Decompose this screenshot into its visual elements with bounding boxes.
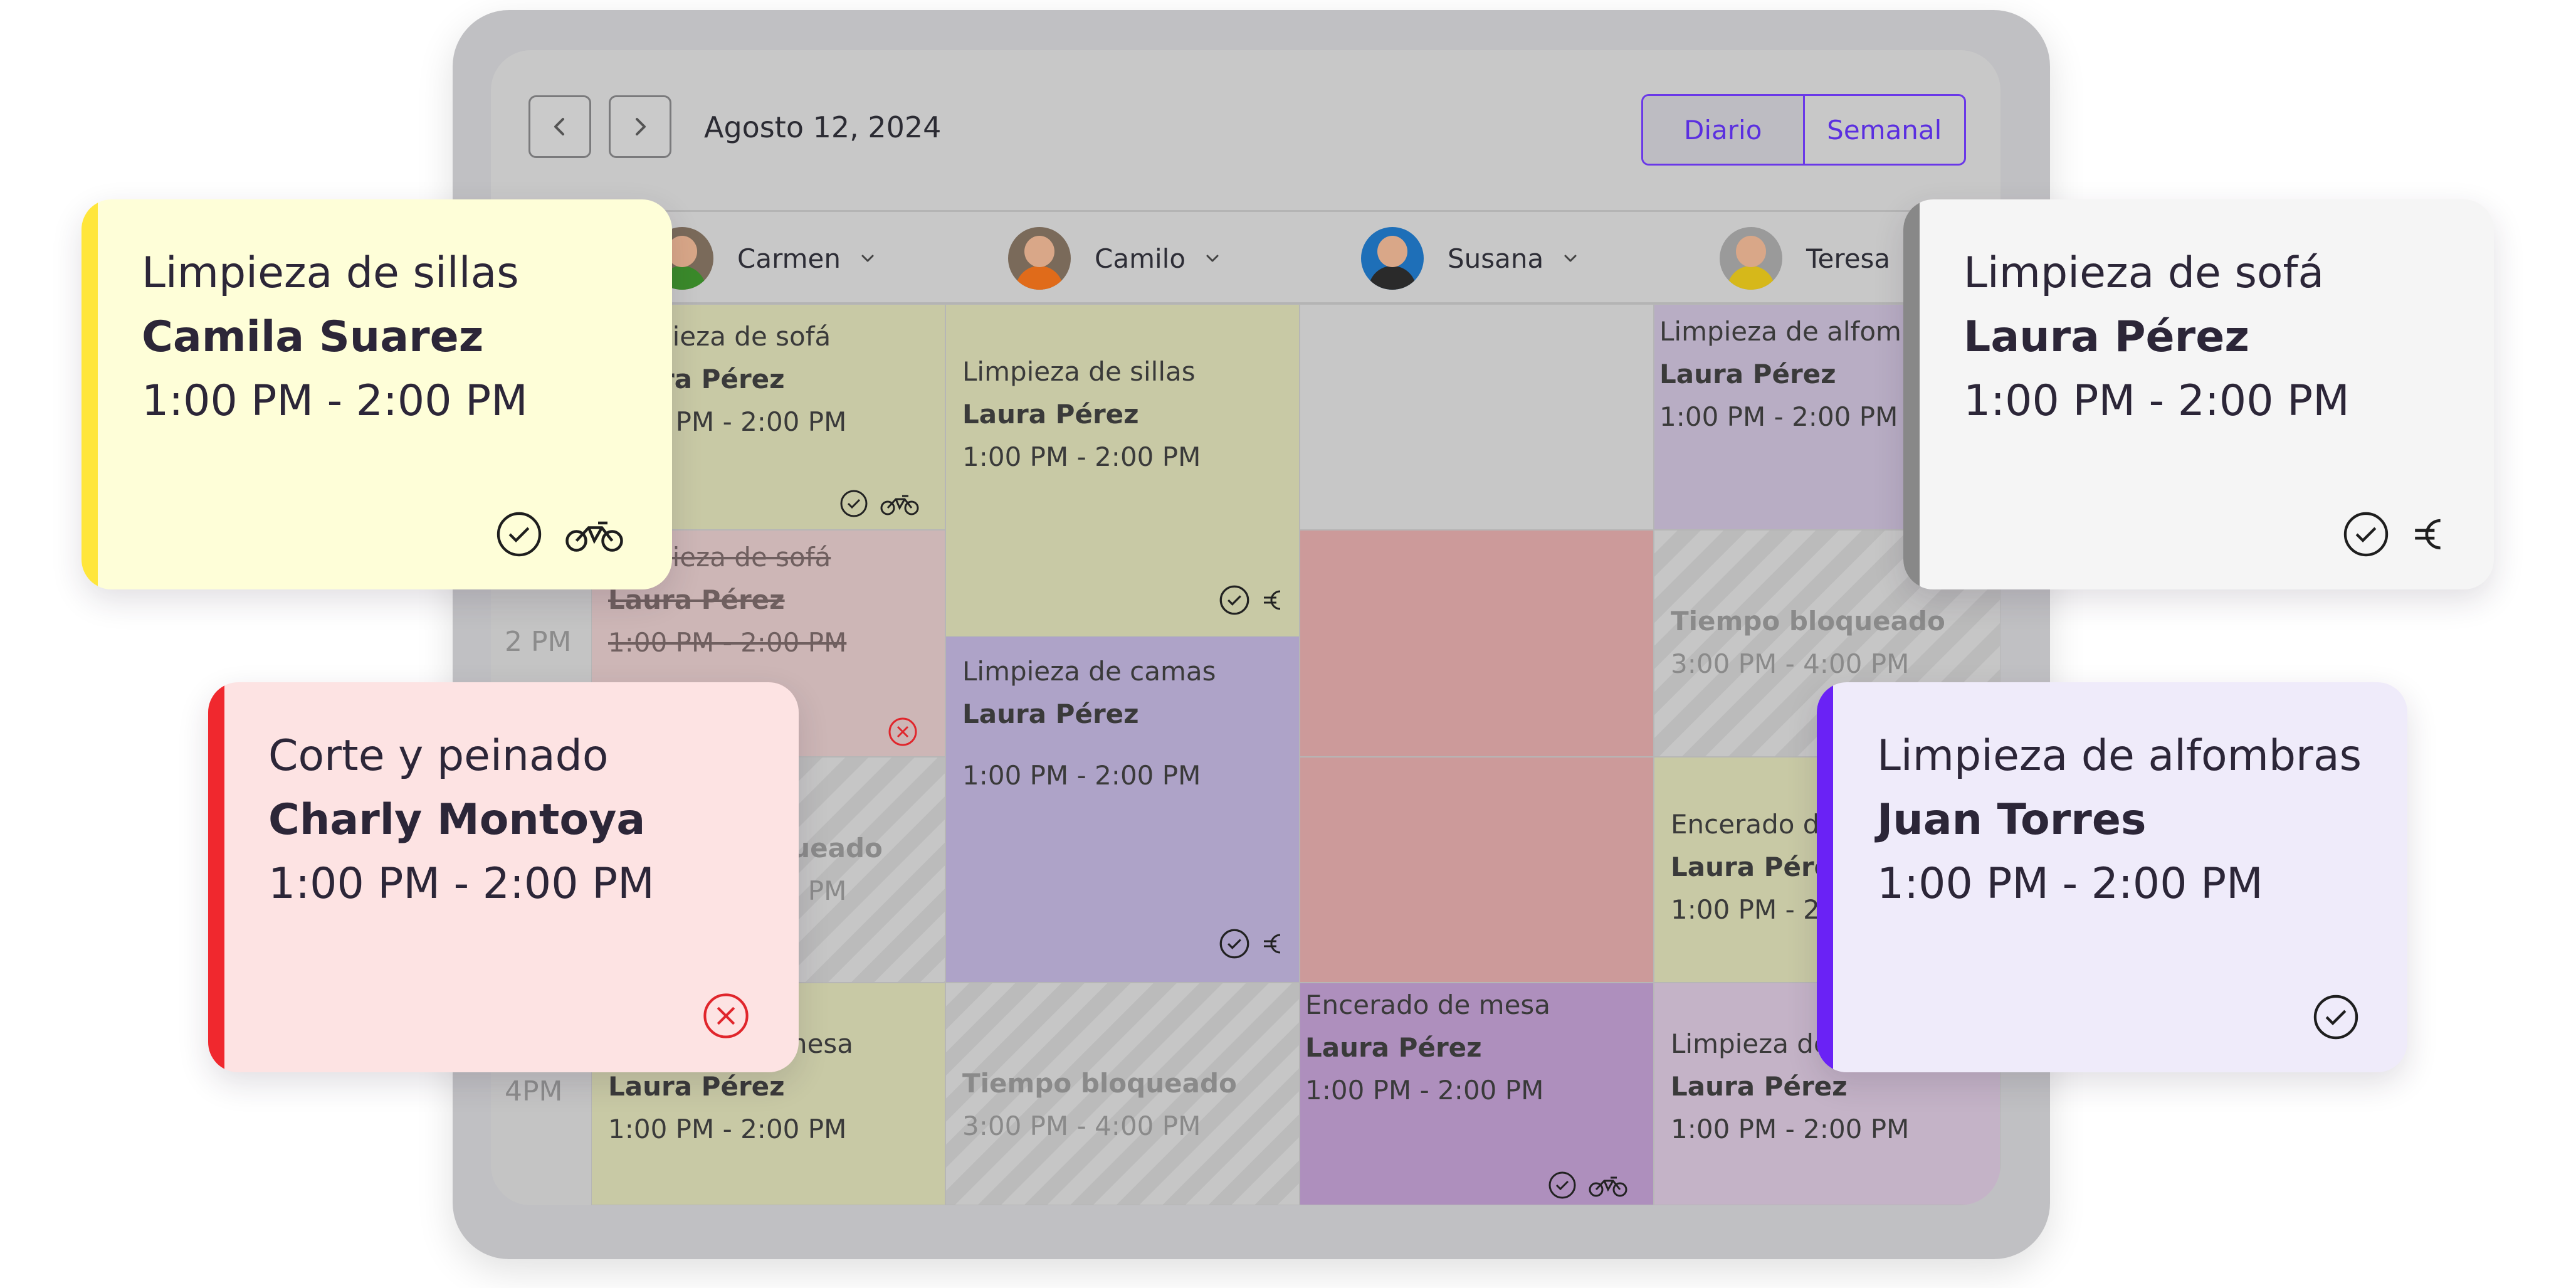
card-status-icons [495,510,624,558]
card-service: Limpieza de alfombras [1877,731,2362,781]
card-status-icons [2312,993,2360,1041]
cell-time: 3:00 PM - 4:00 PM [1671,648,1910,679]
card-client: Laura Pérez [1964,312,2249,362]
chevron-down-icon [1206,255,1219,262]
prev-day-button[interactable] [528,95,591,158]
cell-time: 1:00 PM - 2:00 PM [608,627,847,658]
cell-client: Laura Pérez [962,699,1139,729]
status-accent-bar [81,199,98,589]
cell-client: Laura Pérez [1305,1032,1482,1063]
appointment-card-red[interactable]: Corte y peinado Charly Montoya 1:00 PM -… [208,682,799,1072]
staff-susana[interactable]: Susana [1361,226,1580,291]
cell-service: Tiempo bloqueado [962,1068,1237,1099]
cell-time: 3:00 PM - 4:00 PM [962,1111,1201,1141]
card-client: Charly Montoya [268,795,646,845]
card-client: Juan Torres [1877,795,2147,845]
cell-service: Limpieza de camas [962,656,1216,687]
cell-client: Laura Pérez [962,399,1139,430]
time-label-4pm: 4PM [505,1075,563,1107]
euro-icon [1264,934,1281,954]
staff-teresa[interactable]: Teresa [1720,226,1890,291]
cell-client: Laura Pérez [1659,359,1836,389]
card-service: Limpieza de sofá [1964,248,2325,298]
card-client: Camila Suarez [142,312,484,362]
cell-time: 1:00 PM - 2:00 PM [1659,401,1898,432]
cell-service: Limpieza de sillas [962,356,1196,387]
staff-name: Carmen [737,243,841,274]
motorcycle-icon [1589,1176,1627,1197]
cell-service: Tiempo bloqueado [1671,606,1945,636]
card-time: 1:00 PM - 2:00 PM [1964,376,2350,426]
calendar-toolbar: Agosto 12, 2024 Diario Semanal [491,50,2000,210]
staff-carmen[interactable]: Carmen [651,226,877,291]
next-day-button[interactable] [609,95,671,158]
staff-header: Carmen Camilo Susana Teresa [491,210,2000,304]
cell-client: Laura Pérez [608,1071,785,1102]
status-accent-bar [1817,682,1833,1072]
staff-camilo[interactable]: Camilo [1008,226,1222,291]
card-service: Corte y peinado [268,731,609,781]
card-time: 1:00 PM - 2:00 PM [142,376,528,426]
staff-name: Teresa [1806,243,1891,274]
appointment-cell[interactable]: Limpieza de sillas Laura Pérez 1:00 PM -… [945,304,1300,636]
staff-name: Susana [1448,243,1544,274]
appointment-cell[interactable]: Encerado de mesa Laura Pérez 1:00 PM - 2… [1300,983,1654,1205]
check-circle-icon [2343,512,2389,557]
check-circle-icon [840,490,868,517]
cell-time: 1:00 PM - 2:00 PM [962,441,1201,472]
appointment-cell[interactable]: Limpieza de camas Laura Pérez 1:00 PM - … [945,636,1300,983]
status-accent-bar [208,682,224,1072]
view-toggle: Diario Semanal [1641,94,1966,166]
daily-view-button[interactable]: Diario [1643,96,1805,164]
blocked-time-cell: Tiempo bloqueado 3:00 PM - 4:00 PM [945,983,1300,1205]
chevron-down-icon [1564,255,1577,262]
cell-client: Laura Pérez [1671,1071,1848,1102]
check-circle-icon [1219,929,1249,959]
cell-time: 1:00 PM - 2:00 PM [608,1114,847,1144]
euro-icon [1264,590,1281,610]
card-status-icons [2342,510,2446,558]
motorcycle-icon [565,521,623,552]
card-time: 1:00 PM - 2:00 PM [1877,859,2263,909]
reserved-slot[interactable] [1300,757,1654,983]
cancel-circle-icon [888,717,917,746]
chevron-right-icon [636,118,646,135]
motorcycle-icon [880,495,919,515]
empty-slot[interactable] [1300,304,1654,530]
staff-name: Camilo [1095,243,1186,274]
appointment-card-gray[interactable]: Limpieza de sofá Laura Pérez 1:00 PM - 2… [1903,199,2494,589]
status-icons [887,716,918,747]
status-icons [1548,1171,1628,1200]
status-accent-bar [1903,199,1920,589]
check-circle-icon [497,512,542,557]
reserved-slot[interactable] [1300,530,1654,757]
card-service: Limpieza de sillas [142,248,519,298]
avatar [1361,227,1424,290]
cell-time: 1:00 PM - 2:00 PM [962,760,1201,791]
appointment-card-purple[interactable]: Limpieza de alfombras Juan Torres 1:00 P… [1817,682,2407,1072]
cancel-circle-icon [703,993,749,1038]
appointment-card-yellow[interactable]: Limpieza de sillas Camila Suarez 1:00 PM… [81,199,672,589]
cell-service: Encerado de mesa [1305,990,1551,1020]
chevron-left-icon [554,118,564,135]
avatar [1720,227,1782,290]
status-icons [839,489,920,518]
euro-icon [2415,519,2441,550]
card-status-icons [701,991,751,1041]
card-time: 1:00 PM - 2:00 PM [268,859,655,909]
avatar [1008,227,1071,290]
weekly-view-button[interactable]: Semanal [1805,96,1965,164]
chevron-down-icon [861,255,874,262]
current-date: Agosto 12, 2024 [704,110,942,144]
status-icons [1219,928,1284,959]
status-icons [1219,584,1284,616]
check-circle-icon [2313,995,2358,1040]
time-label-2pm: 2 PM [505,626,572,658]
check-circle-icon [1219,585,1249,615]
check-circle-icon [1548,1171,1576,1199]
cell-time: 1:00 PM - 2:00 PM [1671,1114,1910,1144]
cell-time: 1:00 PM - 2:00 PM [1305,1075,1544,1106]
